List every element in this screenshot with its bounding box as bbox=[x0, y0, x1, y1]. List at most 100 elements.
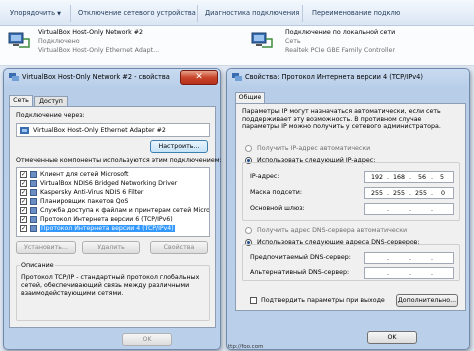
connection-item[interactable]: VirtualBox Host-Only Network #2 Подключе… bbox=[0, 26, 240, 66]
connection-adapter: VirtualBox Host-Only Ethernet Adapt... bbox=[38, 47, 160, 54]
description-title: Описание bbox=[20, 262, 55, 269]
ip-address-field[interactable]: 192 . 168 . 56 . 5 bbox=[364, 171, 454, 183]
organize-label: Упорядочить bbox=[10, 9, 56, 17]
chevron-down-icon: ▼ bbox=[57, 11, 61, 17]
ip-octet: 5 bbox=[440, 174, 445, 181]
auto-ip-radio[interactable] bbox=[245, 145, 252, 152]
connection-adapter: Realtek PCIe GBE Family Controller bbox=[285, 47, 395, 54]
octet-separator: . bbox=[409, 270, 412, 277]
component-icon bbox=[30, 180, 37, 187]
component-checkbox[interactable]: ✓ bbox=[20, 171, 27, 178]
connection-item[interactable]: Подключение по локальной сети Сеть Realt… bbox=[245, 26, 474, 66]
component-label: Kaspersky Anti-Virus NDIS 6 Filter bbox=[40, 189, 144, 196]
component-label: VirtualBox NDIS6 Bridged Networking Driv… bbox=[40, 180, 178, 187]
network-icon bbox=[232, 73, 242, 81]
octet-separator: . bbox=[387, 190, 390, 197]
network-icon bbox=[9, 73, 19, 81]
description-group: Описание Протокол TCP/IP - стандартный п… bbox=[16, 262, 210, 321]
auto-ip-label: Получить IP-адрес автоматически bbox=[257, 145, 371, 152]
ip-octet: 56 bbox=[418, 174, 427, 181]
subnet-mask-field[interactable]: 255 . 255 . 255 . 0 bbox=[364, 187, 454, 199]
adapter-icon bbox=[20, 127, 29, 134]
description-text: Протокол TCP/IP - стандартный протокол г… bbox=[21, 274, 200, 297]
octet-separator: . bbox=[387, 174, 390, 181]
component-label: Служба доступа к файлам и принтерам сете… bbox=[40, 207, 210, 214]
component-icon bbox=[30, 207, 37, 214]
disable-device-button[interactable]: Отключение сетевого устройства bbox=[78, 9, 196, 17]
adapter-field: VirtualBox Host-Only Ethernet Adapter #2 bbox=[16, 123, 210, 137]
component-checkbox[interactable]: ✓ bbox=[20, 198, 27, 205]
mask-label: Маска подсети: bbox=[250, 189, 302, 196]
preferred-dns-field[interactable]: . . . bbox=[364, 252, 454, 264]
dialog-title: VirtualBox Host-Only Network #2 - свойст… bbox=[22, 73, 170, 81]
network-adapter-icon bbox=[8, 32, 30, 48]
component-checkbox[interactable]: ✓ bbox=[20, 189, 27, 196]
connection-status: Подключено bbox=[38, 38, 80, 45]
divider bbox=[302, 5, 303, 22]
octet-separator: . bbox=[431, 255, 434, 262]
mask-octet: 255 bbox=[371, 190, 384, 197]
dialog-title: Свойства: Протокол Интернета версии 4 (T… bbox=[245, 73, 423, 81]
validate-label: Подтвердить параметры при выходе bbox=[261, 297, 385, 304]
octet-separator: . bbox=[409, 174, 412, 181]
octet-separator: . bbox=[431, 190, 434, 197]
properties-button[interactable]: Свойства bbox=[150, 241, 208, 254]
uninstall-button[interactable]: Удалить bbox=[82, 241, 140, 254]
octet-separator: . bbox=[409, 190, 412, 197]
ip-label: IP-адрес: bbox=[250, 173, 280, 180]
connection-status: Сеть bbox=[285, 38, 301, 45]
organize-menu[interactable]: Упорядочить ▼ bbox=[10, 9, 61, 17]
close-button[interactable]: ✕ bbox=[180, 70, 218, 85]
diagnose-button[interactable]: Диагностика подключения bbox=[205, 9, 299, 17]
install-button[interactable]: Установить... bbox=[16, 241, 76, 254]
connection-name: VirtualBox Host-Only Network #2 bbox=[38, 29, 144, 36]
component-checkbox[interactable]: ✓ bbox=[20, 216, 27, 223]
component-icon bbox=[30, 171, 37, 178]
octet-separator: . bbox=[409, 206, 412, 213]
octet-separator: . bbox=[431, 270, 434, 277]
network-tab-panel: Подключение через: VirtualBox Host-Only … bbox=[9, 106, 222, 328]
octet-separator: . bbox=[387, 255, 390, 262]
mask-octet: 0 bbox=[441, 190, 446, 197]
properties-dialog: VirtualBox Host-Only Network #2 - свойст… bbox=[3, 68, 222, 350]
octet-separator: . bbox=[387, 270, 390, 277]
alternate-dns-label: Альтернативный DNS-сервер: bbox=[250, 269, 350, 276]
network-adapter-icon bbox=[251, 32, 273, 48]
component-icon bbox=[30, 225, 37, 232]
component-checkbox[interactable]: ✓ bbox=[20, 180, 27, 187]
gateway-field[interactable]: . . . bbox=[364, 203, 454, 215]
general-tab-panel: Параметры IP могут назначаться автоматич… bbox=[235, 103, 466, 311]
rename-button[interactable]: Переименование подклю bbox=[312, 9, 400, 17]
auto-dns-label: Получить адрес DNS-сервера автоматически bbox=[257, 227, 408, 234]
octet-separator: . bbox=[431, 174, 434, 181]
component-checkbox[interactable]: ✓ bbox=[20, 225, 27, 232]
component-checkbox[interactable]: ✓ bbox=[20, 207, 27, 214]
divider bbox=[70, 5, 71, 22]
components-list[interactable]: ✓ Клиент для сетей Microsoft ✓ VirtualBo… bbox=[16, 167, 210, 237]
validate-checkbox[interactable] bbox=[250, 297, 257, 304]
preferred-dns-label: Предпочитаемый DNS-сервер: bbox=[250, 254, 351, 261]
connection-name: Подключение по локальной сети bbox=[285, 29, 396, 36]
command-bar: Упорядочить ▼ Отключение сетевого устрой… bbox=[0, 0, 474, 26]
ipv4-dialog: Свойства: Протокол Интернета версии 4 (T… bbox=[226, 68, 470, 350]
auto-dns-radio[interactable] bbox=[245, 227, 252, 234]
octet-separator: . bbox=[387, 206, 390, 213]
advanced-button[interactable]: Дополнительно... bbox=[396, 294, 458, 307]
component-label: Планировщик пакетов QoS bbox=[40, 198, 129, 205]
configure-button[interactable]: Настроить... bbox=[150, 140, 208, 153]
divider bbox=[197, 5, 198, 22]
component-label: Протокол Интернета версии 6 (TCP/IPv6) bbox=[40, 216, 173, 223]
component-label: Клиент для сетей Microsoft bbox=[40, 171, 129, 178]
mask-octet: 255 bbox=[415, 190, 428, 197]
component-label: Протокол Интернета версии 4 (TCP/IPv4) bbox=[40, 225, 175, 232]
ok-button[interactable]: OK bbox=[367, 331, 417, 344]
adapter-name: VirtualBox Host-Only Ethernet Adapter #2 bbox=[33, 127, 166, 134]
component-icon bbox=[30, 216, 37, 223]
footer-url: ttp://foo.com bbox=[228, 344, 264, 350]
connections-list: VirtualBox Host-Only Network #2 Подключе… bbox=[0, 26, 474, 66]
component-icon bbox=[30, 189, 37, 196]
ip-octet: 192 bbox=[371, 174, 384, 181]
octet-separator: . bbox=[409, 255, 412, 262]
ok-button[interactable]: OK bbox=[122, 333, 172, 346]
alternate-dns-field[interactable]: . . . bbox=[364, 267, 454, 279]
